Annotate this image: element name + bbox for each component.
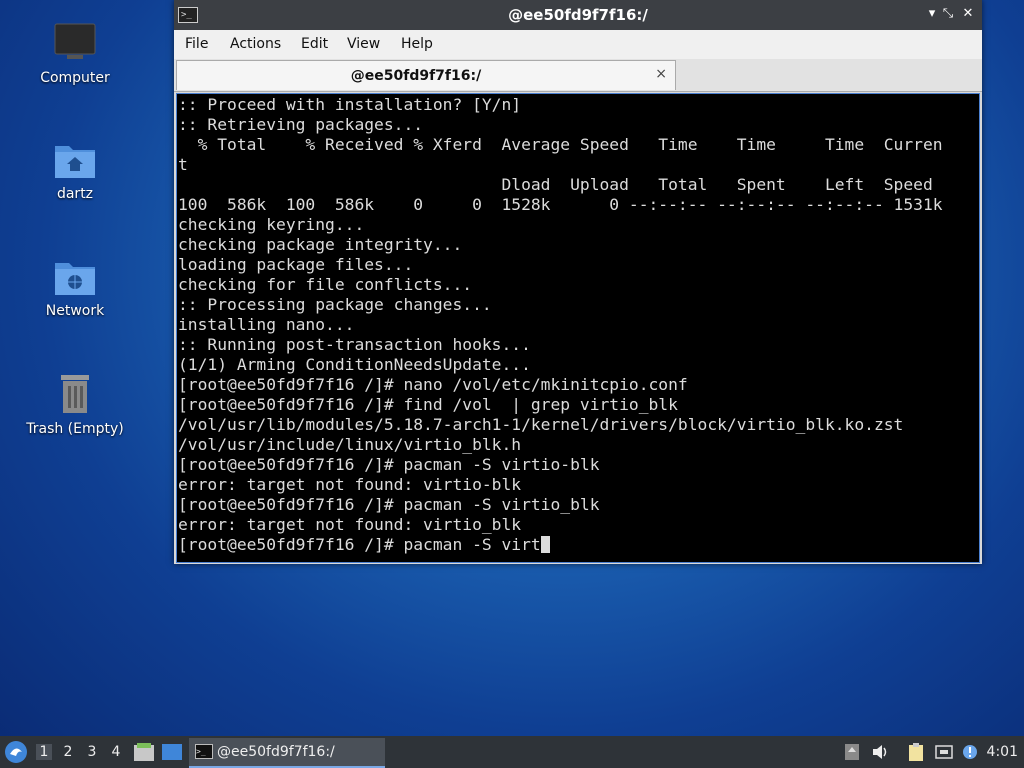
file-manager-icon[interactable] (133, 742, 155, 762)
title-bar[interactable]: >_ @ee50fd9f7f16:/ ▾ ⤡ ✕ (174, 0, 982, 30)
terminal-line: [root@ee50fd9f7f16 /]# find /vol | grep … (178, 395, 678, 414)
desktop-icon-label: Trash (Empty) (26, 421, 124, 437)
network-icon[interactable] (935, 742, 953, 762)
terminal-line: :: Proceed with installation? [Y/n] (178, 95, 522, 114)
notification-icon[interactable] (961, 742, 979, 762)
terminal-line: [root@ee50fd9f7f16 /]# nano /vol/etc/mki… (178, 375, 688, 394)
terminal-line: :: Running post-transaction hooks... (178, 335, 531, 354)
workspace-1[interactable]: 1 (36, 744, 52, 760)
terminal-line: /vol/usr/lib/modules/5.18.7-arch1-1/kern… (178, 415, 904, 434)
terminal-input[interactable]: [root@ee50fd9f7f16 /]# pacman -S virt (178, 535, 541, 554)
terminal-line: :: Retrieving packages... (178, 115, 424, 134)
task-label: @ee50fd9f7f16:/ (217, 744, 335, 760)
window-title: @ee50fd9f7f16:/ (508, 6, 648, 24)
terminal-icon: >_ (195, 744, 213, 759)
workspace-4[interactable]: 4 (108, 744, 124, 760)
tab-label: @ee50fd9f7f16:/ (350, 68, 482, 84)
start-menu-icon[interactable] (4, 740, 28, 764)
terminal-line: checking package integrity... (178, 235, 463, 254)
terminal-line: installing nano... (178, 315, 355, 334)
upload-icon[interactable] (843, 742, 861, 762)
terminal-output[interactable]: :: Proceed with installation? [Y/n] :: R… (176, 93, 980, 563)
desktop-icon-computer[interactable]: Computer (20, 22, 130, 86)
terminal-line: (1/1) Arming ConditionNeedsUpdate... (178, 355, 531, 374)
terminal-tab[interactable]: @ee50fd9f7f16:/ × (176, 60, 676, 90)
desktop-icon-label: Computer (40, 70, 110, 86)
clock[interactable]: 4:01 (987, 744, 1018, 760)
monitor-icon (54, 23, 96, 59)
show-desktop-icon[interactable] (161, 742, 183, 762)
taskbar: 1 2 3 4 >_ @ee50fd9f7f16:/ 4:01 (0, 736, 1024, 768)
terminal-line: error: target not found: virtio_blk (178, 515, 522, 534)
terminal-line: [root@ee50fd9f7f16 /]# pacman -S virtio_… (178, 495, 600, 514)
home-folder-icon (55, 146, 95, 178)
text-cursor (540, 536, 550, 553)
close-button[interactable]: ✕ (960, 6, 976, 22)
desktop-icon-label: Network (45, 303, 105, 319)
desktop-icon-trash[interactable]: Trash (Empty) (20, 373, 130, 437)
menu-help[interactable]: Help (401, 36, 433, 52)
maximize-button[interactable]: ⤡ (940, 6, 956, 22)
menu-file[interactable]: File (185, 36, 208, 52)
terminal-line: [root@ee50fd9f7f16 /]# pacman -S virtio-… (178, 455, 600, 474)
terminal-window: >_ @ee50fd9f7f16:/ ▾ ⤡ ✕ File Actions Ed… (174, 0, 982, 564)
menu-view[interactable]: View (347, 36, 380, 52)
menu-actions[interactable]: Actions (230, 36, 281, 52)
terminal-line: :: Processing package changes... (178, 295, 492, 314)
terminal-line: checking for file conflicts... (178, 275, 473, 294)
minimize-button[interactable]: ▾ (924, 6, 940, 22)
terminal-line: /vol/usr/include/linux/virtio_blk.h (178, 435, 522, 454)
terminal-line: checking keyring... (178, 215, 365, 234)
taskbar-terminal-task[interactable]: >_ @ee50fd9f7f16:/ (189, 738, 385, 768)
trash-icon (61, 375, 89, 413)
tab-bar: @ee50fd9f7f16:/ × (174, 59, 982, 92)
terminal-lines: :: Proceed with installation? [Y/n] :: R… (178, 95, 943, 555)
terminal-prompt-line[interactable]: [root@ee50fd9f7f16 /]# pacman -S virt (178, 535, 943, 555)
menu-bar: File Actions Edit View Help (174, 30, 982, 59)
terminal-line: loading package files... (178, 255, 414, 274)
network-folder-icon (55, 263, 95, 295)
workspace-3[interactable]: 3 (84, 744, 100, 760)
desktop-icon-dartz[interactable]: dartz (20, 140, 130, 202)
tab-close-icon[interactable]: × (655, 66, 667, 82)
workspace-2[interactable]: 2 (60, 744, 76, 760)
terminal-line: t (178, 155, 188, 174)
terminal-line: 100 586k 100 586k 0 0 1528k 0 --:--:-- -… (178, 195, 943, 214)
terminal-line: error: target not found: virtio-blk (178, 475, 522, 494)
desktop-icon-network[interactable]: Network (20, 257, 130, 319)
volume-icon[interactable] (871, 742, 889, 762)
menu-edit[interactable]: Edit (301, 36, 328, 52)
terminal-line: Dload Upload Total Spent Left Speed (178, 175, 933, 194)
terminal-line: % Total % Received % Xferd Average Speed… (178, 135, 943, 154)
clipboard-icon[interactable] (907, 742, 925, 762)
desktop-icon-label: dartz (56, 186, 94, 202)
